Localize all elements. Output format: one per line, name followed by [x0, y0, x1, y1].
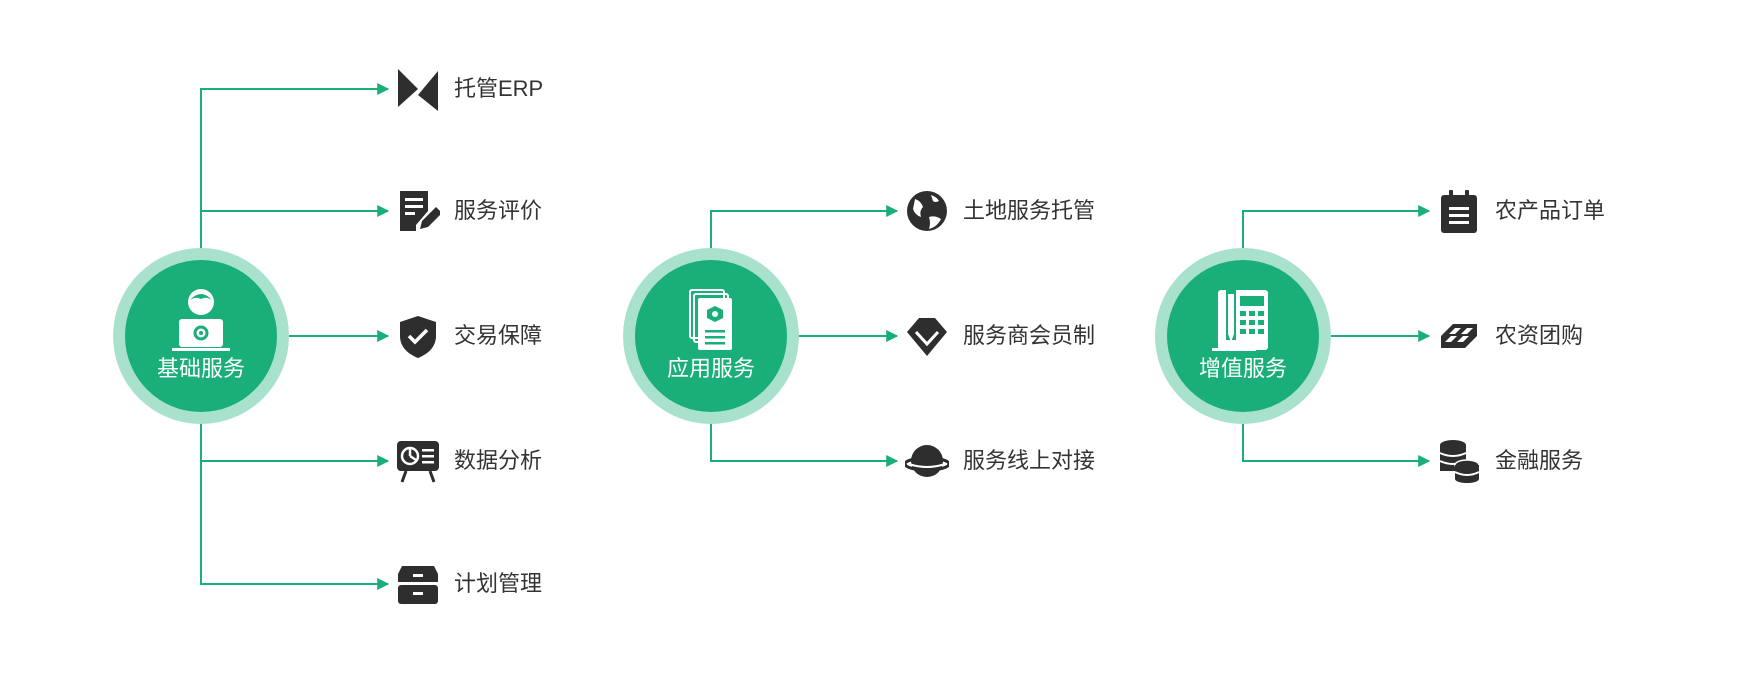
connector [200, 83, 390, 248]
service-item-label: 土地服务托管 [963, 198, 1096, 223]
clipboard-list-icon [1441, 190, 1477, 233]
document-edit-icon [400, 191, 440, 231]
service-item-label: 托管ERP [454, 76, 544, 101]
globe-icon [907, 191, 947, 231]
diamond-icon [907, 318, 947, 356]
grid-badge-icon [1441, 324, 1477, 348]
service-item-label: 农资团购 [1495, 323, 1584, 348]
hub-title: 增值服务 [1198, 356, 1287, 381]
connector [1242, 424, 1431, 467]
service-item-label: 服务评价 [454, 198, 543, 223]
hub-value-added-services: 增值服务 [1155, 248, 1331, 424]
drawers-icon [398, 566, 438, 604]
service-item-label: 计划管理 [454, 571, 543, 596]
connector [200, 424, 390, 590]
connector [710, 424, 899, 467]
document-stack-icon [689, 289, 732, 350]
service-item-label: 金融服务 [1495, 448, 1584, 473]
presentation-chart-icon [397, 441, 439, 483]
hub-basic-services: 基础服务 [113, 248, 289, 424]
service-item-label: 数据分析 [454, 448, 543, 473]
connector [1242, 205, 1431, 248]
service-item-label: 服务商会员制 [963, 323, 1096, 348]
user-laptop-gear-icon [172, 289, 230, 351]
hub-title: 基础服务 [156, 356, 245, 381]
coins-stack-icon [1439, 440, 1480, 483]
service-diagram: 基础服务 应用服务 增值服务 托管ERP 服务评价 交易保障 数据分析 计划管理… [0, 0, 1752, 676]
planet-icon [905, 445, 949, 477]
service-item-label: 服务线上对接 [963, 448, 1096, 473]
triangles-icon [398, 69, 438, 111]
hub-application-services: 应用服务 [623, 248, 799, 424]
service-item-label: 交易保障 [454, 323, 543, 348]
connector [710, 205, 899, 248]
hub-title: 应用服务 [666, 356, 755, 381]
calculator-pen-icon [1212, 290, 1268, 351]
shield-check-icon [400, 316, 436, 358]
service-item-label: 农产品订单 [1495, 198, 1606, 223]
